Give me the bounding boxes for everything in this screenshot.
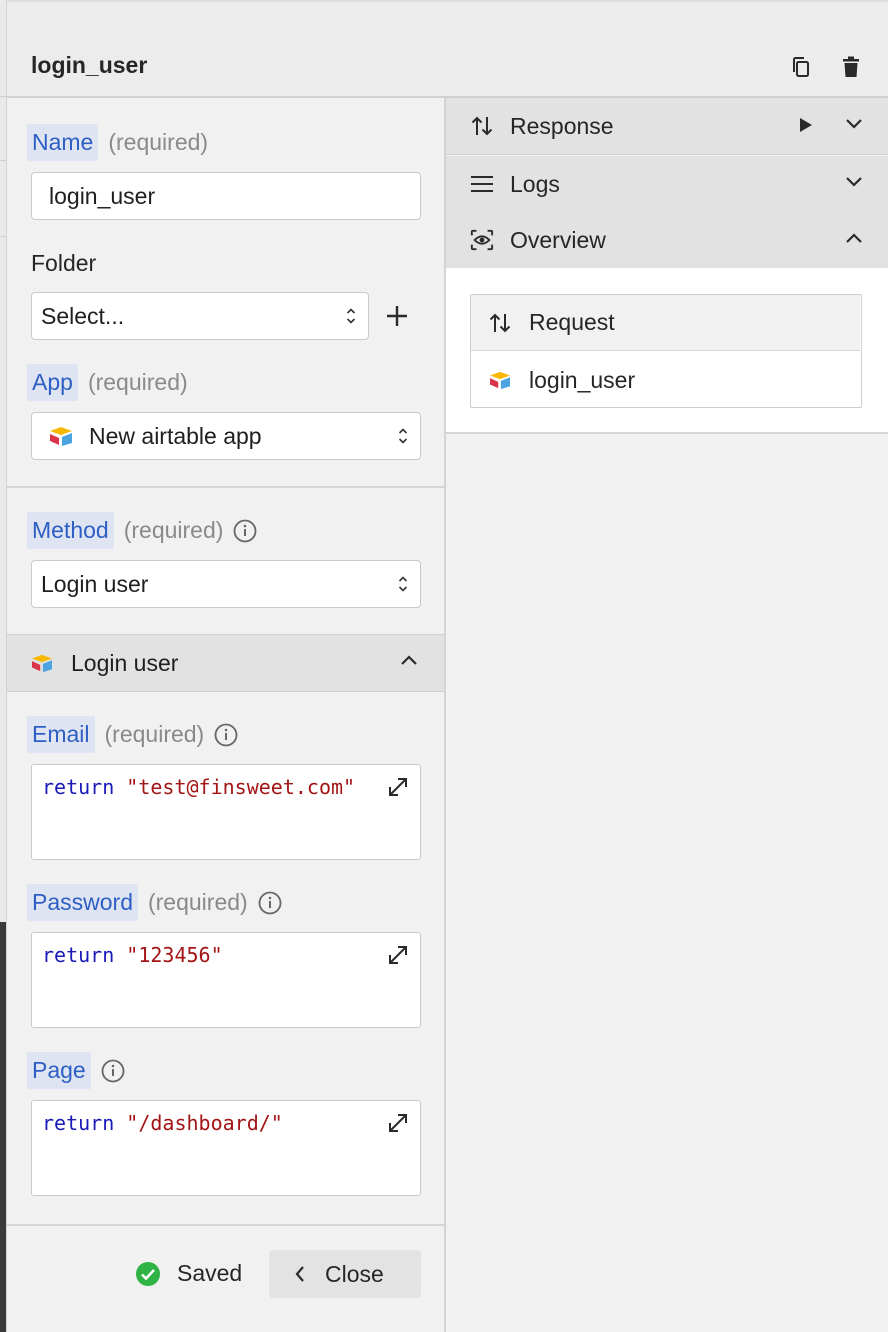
code-keyword: return: [42, 1111, 115, 1135]
select-updown-icon: [346, 307, 356, 325]
required-hint: (required): [87, 369, 188, 395]
method-select[interactable]: Login user: [31, 560, 421, 608]
name-input[interactable]: login_user: [31, 172, 421, 220]
logs-label: Logs: [510, 170, 560, 197]
close-button[interactable]: Close: [269, 1250, 421, 1298]
required-hint: (required): [104, 721, 205, 747]
chevron-up-icon: [845, 232, 863, 244]
add-folder-button[interactable]: [383, 302, 411, 330]
overview-content: Request login_user: [446, 268, 888, 434]
panel-header: login_user: [7, 2, 888, 98]
folder-label: Folder: [31, 250, 97, 276]
overview-card: Request login_user: [470, 294, 862, 408]
email-label: Email: [27, 716, 95, 753]
email-label-row: Email (required): [27, 716, 238, 753]
expand-icon[interactable]: [386, 943, 410, 967]
trash-icon[interactable]: [839, 54, 863, 80]
panel-title: login_user: [31, 52, 148, 78]
save-status: Saved: [135, 1260, 242, 1287]
required-hint: (required): [147, 889, 248, 915]
app-select-value: New airtable app: [89, 422, 262, 449]
folder-select[interactable]: Select...: [31, 292, 369, 340]
method-select-value: Login user: [41, 570, 149, 597]
check-circle-icon: [135, 1261, 161, 1287]
chevron-up-icon: [400, 654, 418, 666]
password-code-editor[interactable]: return "123456": [31, 932, 421, 1028]
select-updown-icon: [398, 575, 408, 593]
close-button-label: Close: [325, 1260, 384, 1287]
folder-select-value: Select...: [41, 302, 125, 329]
airtable-logo-icon: [47, 425, 75, 447]
method-section-header[interactable]: Login user: [7, 634, 444, 692]
airtable-logo-icon: [487, 370, 513, 390]
footer-divider: [7, 1224, 444, 1226]
password-label-row: Password (required): [27, 884, 282, 921]
list-lines-icon: [470, 175, 494, 193]
chevron-down-icon: [845, 118, 863, 130]
eye-box-icon: [470, 228, 494, 252]
response-accordion[interactable]: Response: [446, 98, 888, 155]
info-icon[interactable]: [101, 1059, 125, 1083]
chevron-down-icon: [845, 176, 863, 188]
required-hint: (required): [123, 517, 224, 543]
app-label: App: [27, 364, 78, 401]
expand-icon[interactable]: [386, 1111, 410, 1135]
arrows-up-down-icon: [470, 115, 494, 137]
overview-request-header: Request: [471, 295, 860, 351]
code-string: "/dashboard/": [126, 1111, 283, 1135]
method-label: Method: [27, 512, 114, 549]
copy-icon[interactable]: [789, 54, 813, 80]
code-string: "test@finsweet.com": [126, 775, 356, 799]
airtable-logo-icon: [29, 653, 55, 673]
method-section-title: Login user: [71, 649, 179, 676]
code-keyword: return: [42, 943, 115, 967]
overview-step-label: login_user: [529, 366, 636, 393]
overview-accordion[interactable]: Overview: [446, 212, 888, 269]
logs-accordion[interactable]: Logs: [446, 156, 888, 213]
app-select[interactable]: New airtable app: [31, 412, 421, 460]
step-editor-panel: login_user Name (required) login_user Fo…: [6, 0, 888, 1332]
overview-label: Overview: [510, 226, 606, 253]
response-label: Response: [510, 112, 614, 139]
plus-icon: [387, 306, 407, 326]
arrows-up-down-icon: [487, 312, 513, 334]
step-form: Name (required) login_user Folder Select…: [7, 98, 446, 1332]
code-string: "123456": [126, 943, 223, 967]
info-icon[interactable]: [233, 519, 257, 543]
name-label: Name: [27, 124, 99, 161]
overview-step-item[interactable]: login_user: [471, 352, 860, 408]
section-divider: [7, 486, 444, 488]
password-label: Password: [27, 884, 138, 921]
page-label: Page: [27, 1052, 91, 1089]
page-code-editor[interactable]: return "/dashboard/": [31, 1100, 421, 1196]
info-icon[interactable]: [258, 891, 282, 915]
save-status-text: Saved: [177, 1260, 243, 1286]
email-code-editor[interactable]: return "test@finsweet.com": [31, 764, 421, 860]
app-label-row: App (required): [27, 364, 188, 401]
name-label-row: Name (required): [27, 124, 208, 161]
code-keyword: return: [42, 775, 115, 799]
required-hint: (required): [108, 129, 209, 155]
inspector-pane: Response Logs Overview Request login_use…: [446, 98, 888, 1332]
chevron-left-icon: [295, 1265, 305, 1283]
page-label-row: Page: [27, 1052, 125, 1089]
method-label-row: Method (required): [27, 512, 257, 549]
overview-request-label: Request: [529, 309, 615, 335]
info-icon[interactable]: [214, 723, 238, 747]
expand-icon[interactable]: [386, 775, 410, 799]
select-updown-icon: [398, 427, 408, 445]
play-icon[interactable]: [799, 117, 813, 133]
